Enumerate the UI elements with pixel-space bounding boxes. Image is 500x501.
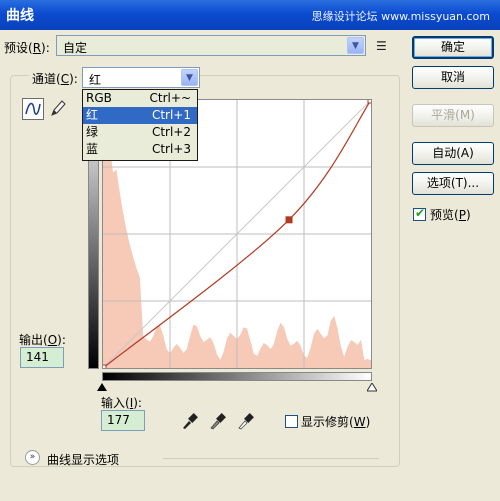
options-button[interactable]: 选项(T)... <box>412 172 494 195</box>
smooth-button[interactable]: 平滑(M) <box>412 104 494 127</box>
channel-option-label: RGB <box>86 91 112 105</box>
channel-option-label: 绿 <box>86 125 99 139</box>
preview-label: 预览(P) <box>430 208 471 222</box>
input-gradient-bar <box>102 372 372 381</box>
output-field[interactable]: 141 <box>20 347 64 368</box>
preset-menu-icon[interactable]: ☰ <box>376 39 387 53</box>
channel-option-label: 蓝 <box>86 142 99 156</box>
channel-label: 通道(C): <box>29 70 81 87</box>
cancel-button[interactable]: 取消 <box>412 66 494 89</box>
channel-option-shortcut: Ctrl+3 <box>151 142 191 156</box>
white-eyedropper-icon[interactable] <box>236 412 254 430</box>
output-label: 输出(O): <box>19 333 66 347</box>
channel-option-shortcut: Ctrl+1 <box>151 108 191 122</box>
black-point-slider[interactable] <box>97 383 107 391</box>
window-title: 曲线 <box>6 8 34 24</box>
ok-button[interactable]: 确定 <box>412 36 494 59</box>
channel-select[interactable]: 红 ▼ <box>82 67 200 88</box>
black-eyedropper-icon[interactable] <box>180 412 198 430</box>
curve-control-point[interactable] <box>285 216 293 224</box>
watermark: 思缘设计论坛 www.missyuan.com <box>311 10 490 23</box>
channel-value: 红 <box>89 73 102 87</box>
curve-point-tool[interactable] <box>22 98 44 120</box>
curve-display-options-label[interactable]: 曲线显示选项 <box>47 451 119 468</box>
channel-option[interactable]: RGB Ctrl+~ <box>83 90 197 107</box>
white-point-slider[interactable] <box>367 383 377 392</box>
title-bar: 曲线 思缘设计论坛 www.missyuan.com <box>0 0 500 30</box>
channel-option-label: 红 <box>86 108 99 122</box>
chevron-down-icon[interactable]: ▼ <box>181 69 198 86</box>
chevron-down-icon[interactable]: ▼ <box>347 37 364 54</box>
pencil-icon <box>51 100 66 116</box>
curve-control-point[interactable] <box>99 364 107 372</box>
input-field[interactable]: 177 <box>101 410 145 431</box>
preset-select[interactable]: 自定 ▼ <box>56 35 366 56</box>
pencil-tool[interactable] <box>47 98 69 120</box>
channel-dropdown-menu: RGB Ctrl+~ 红 Ctrl+1 绿 Ctrl+2 蓝 Ctrl+3 <box>82 89 198 161</box>
gray-eyedropper-icon[interactable] <box>208 412 226 430</box>
preset-value: 自定 <box>63 41 88 55</box>
divider <box>163 458 379 459</box>
show-clipping-label: 显示修剪(W) <box>301 415 371 429</box>
channel-option[interactable]: 绿 Ctrl+2 <box>83 124 197 141</box>
channel-option-shortcut: Ctrl+~ <box>149 91 191 105</box>
preset-label: 预设(R): <box>4 41 50 55</box>
check-icon: ✔ <box>415 206 426 220</box>
preview-checkbox[interactable]: ✔ <box>413 206 426 221</box>
show-clipping-checkbox[interactable] <box>285 415 298 428</box>
curve-control-point[interactable] <box>367 96 375 104</box>
channel-option-shortcut: Ctrl+2 <box>151 125 191 139</box>
curve-icon <box>25 102 41 115</box>
channel-option[interactable]: 红 Ctrl+1 <box>83 107 197 124</box>
input-label: 输入(I): <box>101 396 142 410</box>
channel-option[interactable]: 蓝 Ctrl+3 <box>83 141 197 158</box>
expand-icon[interactable]: » <box>25 450 40 465</box>
auto-button[interactable]: 自动(A) <box>412 142 494 165</box>
